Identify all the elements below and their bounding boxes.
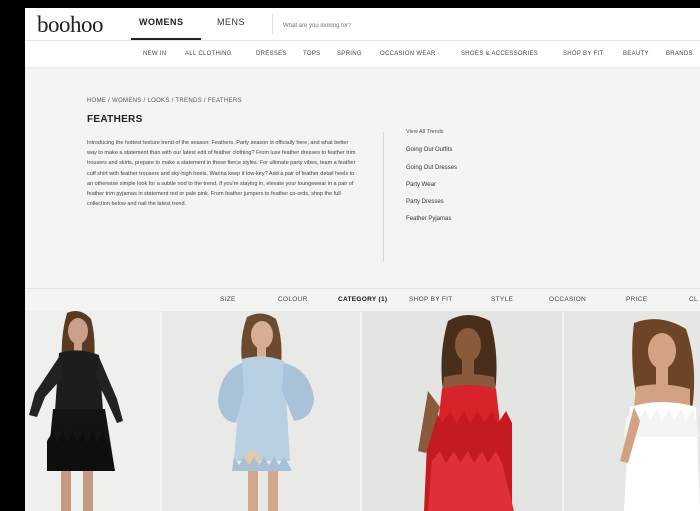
product-card-blue-feather-hem-dress[interactable] — [162, 311, 360, 511]
filter-occasion[interactable]: OCCASION — [549, 296, 586, 303]
nav-item-dresses[interactable]: DRESSES — [256, 51, 287, 57]
trends-heading[interactable]: View All Trends — [406, 129, 444, 135]
breadcrumb[interactable]: HOME / WOMENS / LOOKS / TRENDS / FEATHER… — [87, 98, 242, 104]
screen-border-top — [0, 0, 700, 8]
filter-bar: SIZE COLOUR CATEGORY (1) SHOP BY FIT STY… — [25, 288, 700, 312]
product-card-red-feather-dress[interactable] — [362, 311, 562, 511]
tab-mens[interactable]: MENS — [217, 17, 245, 27]
nav-item-shop-by-fit[interactable]: SHOP BY FIT — [563, 51, 603, 57]
nav-item-beauty[interactable]: BEAUTY — [623, 51, 649, 57]
filter-style[interactable]: STYLE — [491, 296, 513, 303]
active-tab-indicator — [131, 38, 201, 40]
filter-price[interactable]: PRICE — [626, 296, 647, 303]
boohoo-logo[interactable]: boohoo — [37, 12, 104, 38]
product-card-black-feather-dress[interactable] — [25, 311, 160, 511]
product-image-white-feather-dress — [564, 311, 700, 511]
top-header: boohoo WOMENS MENS — [25, 8, 700, 41]
intro-text: Introducing the hottest texture trend of… — [87, 140, 356, 208]
product-image-black-feather-dress — [25, 311, 160, 511]
filter-clear[interactable]: CL — [689, 296, 698, 303]
filter-category[interactable]: CATEGORY (1) — [338, 296, 387, 303]
trend-link-feather-pyjamas[interactable]: Feather Pyjamas — [406, 216, 451, 222]
product-card-white-feather-dress[interactable] — [564, 311, 700, 511]
trend-link-going-out-outfits[interactable]: Going Out Outfits — [406, 147, 452, 153]
nav-item-tops[interactable]: TOPS — [303, 51, 320, 57]
tab-womens[interactable]: WOMENS — [139, 17, 184, 36]
webpage: boohoo WOMENS MENS NEW IN ALL CLOTHING D… — [25, 8, 700, 511]
category-nav: NEW IN ALL CLOTHING DRESSES TOPS SPRING … — [25, 41, 700, 68]
product-image-red-feather-dress — [362, 311, 562, 511]
nav-item-shoes-accessories[interactable]: SHOES & ACCESSORIES — [461, 51, 538, 57]
nav-item-occasion-wear[interactable]: OCCASION WEAR — [380, 51, 436, 57]
nav-item-new-in[interactable]: NEW IN — [143, 51, 166, 57]
filter-colour[interactable]: COLOUR — [278, 296, 308, 303]
search-input[interactable] — [281, 22, 485, 30]
filter-size[interactable]: SIZE — [220, 296, 236, 303]
product-grid — [25, 311, 700, 511]
nav-item-spring[interactable]: SPRING — [337, 51, 362, 57]
section-divider — [383, 132, 384, 262]
trend-link-party-dresses[interactable]: Party Dresses — [406, 199, 444, 205]
product-image-blue-feather-hem-dress — [162, 311, 360, 511]
search-bar — [272, 14, 700, 34]
page-title: FEATHERS — [87, 114, 143, 125]
trend-link-party-wear[interactable]: Party Wear — [406, 182, 436, 188]
screen-border-left — [0, 0, 25, 511]
nav-item-brands[interactable]: BRANDS — [666, 51, 693, 57]
filter-shop-by-fit[interactable]: SHOP BY FIT — [409, 296, 453, 303]
nav-item-all-clothing[interactable]: ALL CLOTHING — [185, 51, 232, 57]
trend-link-going-out-dresses[interactable]: Going Out Dresses — [406, 165, 457, 171]
